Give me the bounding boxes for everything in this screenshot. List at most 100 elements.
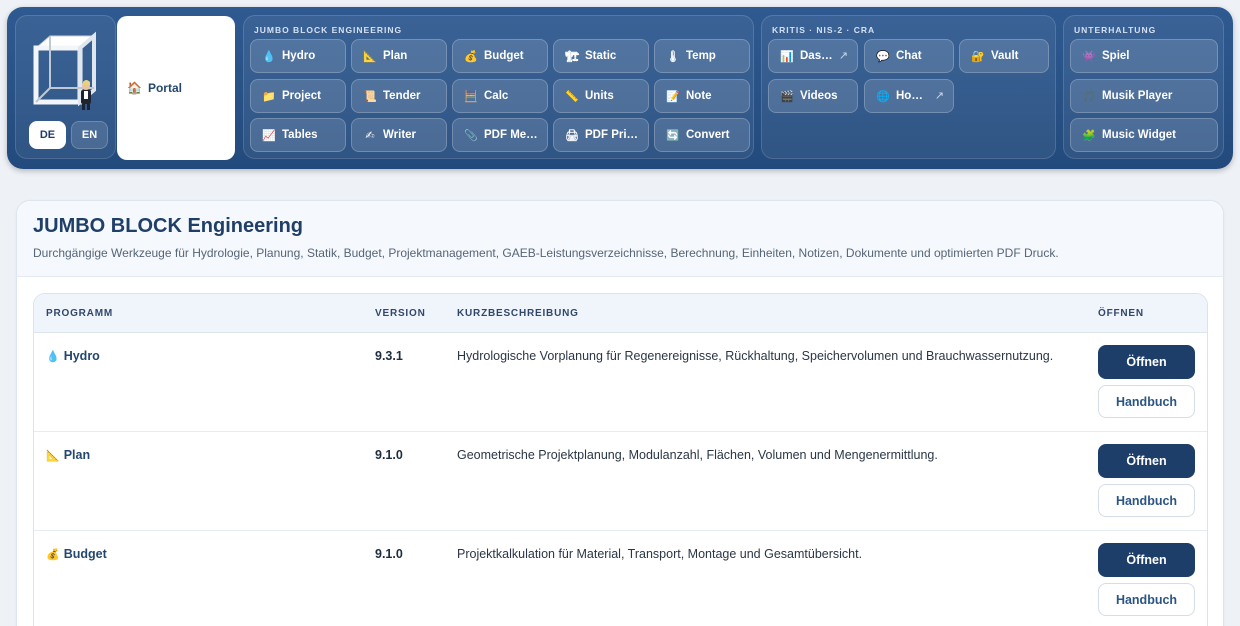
convert-icon: 🔄: [666, 129, 680, 142]
nav-homepage-button[interactable]: 🌐 Ho… ↗: [864, 79, 954, 113]
clapper-icon: 🎬: [780, 90, 794, 103]
music-note-icon: 🎵: [1082, 90, 1096, 103]
nav-button-label: Musik Player: [1102, 90, 1173, 102]
folder-icon: 📁: [262, 90, 276, 103]
program-name: 💧 Hydro: [46, 349, 100, 363]
external-link-icon: ↗: [934, 90, 944, 102]
nav-button-label: Writer: [383, 129, 417, 141]
nav-music-player-button[interactable]: 🎵 Musik Player: [1070, 79, 1218, 113]
nav-pdf-print-button[interactable]: 🖨 PDF Pri…: [553, 118, 649, 152]
table-header-row: PROGRAMM VERSION KURZBESCHREIBUNG ÖFFNEN: [34, 294, 1207, 333]
program-name-text: Plan: [63, 448, 91, 462]
nav-button-label: Spiel: [1102, 50, 1130, 62]
nav-button-label: Plan: [383, 50, 408, 62]
memo-icon: 📝: [666, 90, 680, 103]
nav-button-label: Vault: [991, 50, 1019, 62]
external-link-icon: ↗: [838, 50, 848, 62]
nav-button-label: Chat: [896, 50, 922, 62]
kritis-group-title: KRITIS · NIS-2 · CRA: [772, 25, 876, 35]
crane-icon: 🏗: [565, 50, 579, 63]
card-header: JUMBO BLOCK Engineering Durchgängige Wer…: [17, 201, 1223, 277]
language-de-button[interactable]: DE: [29, 121, 66, 149]
program-name-text: Budget: [63, 547, 107, 561]
program-description: Hydrologische Vorplanung für Regenereign…: [457, 349, 1054, 363]
chat-bubble-icon: 💬: [876, 50, 890, 63]
chart-icon: 📈: [262, 129, 276, 142]
open-button[interactable]: Öffnen: [1098, 543, 1195, 577]
nav-budget-button[interactable]: 💰 Budget: [452, 39, 548, 73]
nav-note-button[interactable]: 📝 Note: [654, 79, 750, 113]
kritis-group: KRITIS · NIS-2 · CRA 📊 Das… ↗ 💬 Chat 🔐 V…: [761, 15, 1056, 159]
nav-game-button[interactable]: 👾 Spiel: [1070, 39, 1218, 73]
nav-button-label: Temp: [686, 50, 716, 62]
water-drop-icon: 💧: [262, 50, 276, 63]
nav-calc-button[interactable]: 🧮 Calc: [452, 79, 548, 113]
programs-card: JUMBO BLOCK Engineering Durchgängige Wer…: [16, 200, 1224, 626]
nav-button-label: Budget: [484, 50, 524, 62]
triangle-ruler-icon: 📐: [363, 50, 377, 63]
nav-static-button[interactable]: 🏗 Static: [553, 39, 649, 73]
top-navigation-bar: DE EN 🏠 Portal JUMBO BLOCK ENGINEERING 💧…: [7, 7, 1233, 169]
ruler-icon: 📏: [565, 90, 579, 103]
abacus-icon: 🧮: [464, 90, 478, 103]
manual-button[interactable]: Handbuch: [1098, 583, 1195, 616]
house-icon: 🏠: [127, 81, 142, 95]
nav-hydro-button[interactable]: 💧 Hydro: [250, 39, 346, 73]
nav-button-label: Note: [686, 90, 712, 102]
page-subtitle: Durchgängige Werkzeuge für Hydrologie, P…: [33, 246, 1059, 260]
lock-icon: 🔐: [971, 50, 985, 63]
program-name: 💰 Budget: [46, 547, 107, 561]
jumbo-block-logo: [33, 31, 96, 110]
nav-tender-button[interactable]: 📜 Tender: [351, 79, 447, 113]
nav-button-label: Static: [585, 50, 617, 62]
column-header-open: ÖFFNEN: [1098, 308, 1144, 319]
program-version: 9.3.1: [375, 349, 403, 363]
globe-icon: 🌐: [876, 90, 890, 103]
nav-button-label: Videos: [800, 90, 838, 102]
nav-button-label: Convert: [686, 129, 730, 141]
money-bag-icon: 💰: [46, 549, 60, 561]
game-icon: 👾: [1082, 50, 1096, 63]
nav-chat-button[interactable]: 💬 Chat: [864, 39, 954, 73]
nav-button-label: Ho…: [896, 90, 923, 102]
thermometer-icon: 🌡: [666, 50, 680, 63]
program-name-text: Hydro: [63, 349, 100, 363]
nav-temp-button[interactable]: 🌡 Temp: [654, 39, 750, 73]
table-row: 💧 Hydro 9.3.1 Hydrologische Vorplanung fü…: [34, 333, 1207, 432]
dashboard-icon: 📊: [780, 50, 794, 63]
paperclip-icon: 📎: [464, 129, 478, 142]
manual-button[interactable]: Handbuch: [1098, 484, 1195, 517]
language-en-button[interactable]: EN: [71, 121, 108, 149]
nav-button-label: Calc: [484, 90, 509, 102]
nav-writer-button[interactable]: ✍ Writer: [351, 118, 447, 152]
nav-button-label: Tables: [282, 129, 318, 141]
manual-button[interactable]: Handbuch: [1098, 385, 1195, 418]
nav-pdf-merge-button[interactable]: 📎 PDF Me…: [452, 118, 548, 152]
nav-button-label: Tender: [383, 90, 421, 102]
nav-tables-button[interactable]: 📈 Tables: [250, 118, 346, 152]
water-drop-icon: 💧: [46, 351, 60, 363]
nav-button-label: Das…: [800, 50, 833, 62]
open-button[interactable]: Öffnen: [1098, 444, 1195, 478]
program-version: 9.1.0: [375, 547, 403, 561]
portal-link[interactable]: 🏠 Portal: [117, 16, 235, 160]
table-row: 📐 Plan 9.1.0 Geometrische Projektplanung,…: [34, 432, 1207, 531]
nav-units-button[interactable]: 📏 Units: [553, 79, 649, 113]
page-title: JUMBO BLOCK Engineering: [33, 215, 304, 237]
open-button[interactable]: Öffnen: [1098, 345, 1195, 379]
nav-plan-button[interactable]: 📐 Plan: [351, 39, 447, 73]
engineering-group-title: JUMBO BLOCK ENGINEERING: [254, 25, 403, 35]
nav-music-widget-button[interactable]: 🧩 Music Widget: [1070, 118, 1218, 152]
engineering-group: JUMBO BLOCK ENGINEERING 💧 Hydro 📐 Plan 💰…: [243, 15, 754, 159]
puzzle-icon: 🧩: [1082, 129, 1096, 142]
column-header-program: PROGRAMM: [46, 308, 113, 319]
program-version: 9.1.0: [375, 448, 403, 462]
nav-button-label: PDF Me…: [484, 129, 538, 141]
nav-convert-button[interactable]: 🔄 Convert: [654, 118, 750, 152]
entertainment-group-title: UNTERHALTUNG: [1074, 25, 1157, 35]
program-description: Projektkalkulation für Material, Transpo…: [457, 547, 863, 561]
nav-project-button[interactable]: 📁 Project: [250, 79, 346, 113]
nav-videos-button[interactable]: 🎬 Videos: [768, 79, 858, 113]
nav-dashboard-button[interactable]: 📊 Das… ↗: [768, 39, 858, 73]
nav-vault-button[interactable]: 🔐 Vault: [959, 39, 1049, 73]
